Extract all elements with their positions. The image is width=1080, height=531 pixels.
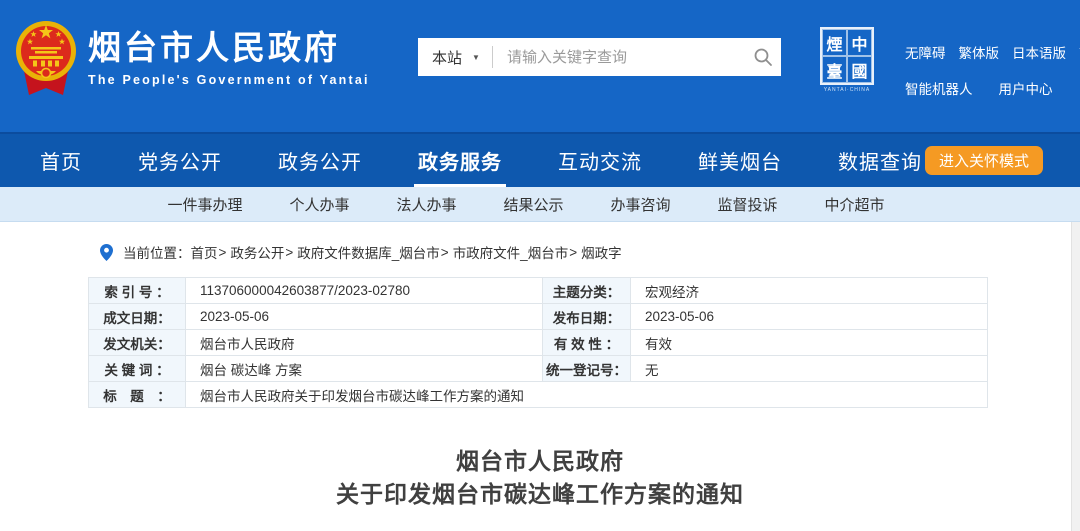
breadcrumb-label: 当前位置： — [123, 242, 191, 262]
breadcrumb-doc-database[interactable]: 政府文件数据库_烟台市 — [297, 242, 440, 262]
search-button[interactable] — [745, 38, 781, 76]
breadcrumb-city-docs[interactable]: 市政府文件_烟台市 — [453, 242, 569, 262]
link-user-center[interactable]: 用户中心 — [999, 78, 1053, 98]
table-row: 发文机关： 烟台市人民政府 有 效 性 ： 有效 — [89, 330, 988, 356]
national-emblem-icon — [14, 15, 78, 105]
nav-item-fresh-yantai[interactable]: 鲜美烟台 — [698, 134, 782, 187]
search-scope-label: 本站 — [432, 47, 462, 68]
breadcrumb-separator: > — [285, 245, 293, 260]
meta-value-registration-no: 无 — [631, 356, 988, 382]
meta-value-issuing-agency: 烟台市人民政府 — [186, 330, 543, 356]
sub-nav: 一件事办理 个人办事 法人办事 结果公示 办事咨询 监督投诉 中介超市 — [0, 187, 1080, 222]
breadcrumb-separator: > — [441, 245, 449, 260]
meta-label-index-no: 索 引 号 ： — [89, 278, 186, 304]
meta-value-keywords: 烟台 碳达峰 方案 — [186, 356, 543, 382]
nav-item-data-query[interactable]: 数据查询 — [838, 134, 922, 187]
search-bar: 本站 ▼ — [418, 38, 781, 76]
breadcrumb: 当前位置： 首页> 政务公开> 政府文件数据库_烟台市> 市政府文件_烟台市> … — [100, 242, 1080, 262]
site-branding[interactable]: 烟台市人民政府 The People's Government of Yanta… — [88, 30, 370, 87]
meta-label-written-date: 成文日期： — [89, 304, 186, 330]
subnav-item-intermediary[interactable]: 中介超市 — [825, 194, 885, 215]
content-area: 当前位置： 首页> 政务公开> 政府文件数据库_烟台市> 市政府文件_烟台市> … — [0, 222, 1080, 531]
vertical-scrollbar[interactable] — [1071, 222, 1080, 531]
table-row: 关 键 词 ： 烟台 碳达峰 方案 统一登记号： 无 — [89, 356, 988, 382]
chevron-down-icon: ▼ — [472, 53, 480, 62]
meta-value-publish-date: 2023-05-06 — [631, 304, 988, 330]
document-title-line1: 烟台市人民政府 — [0, 445, 1080, 478]
seal-char: 國 — [847, 56, 872, 83]
table-row: 索 引 号 ： 113706000042603877/2023-02780 主题… — [89, 278, 988, 304]
meta-label-registration-no: 统一登记号： — [543, 356, 631, 382]
location-pin-icon — [100, 244, 113, 261]
search-input[interactable] — [493, 49, 745, 66]
meta-label-keywords: 关 键 词 ： — [89, 356, 186, 382]
site-title: 烟台市人民政府 — [88, 30, 370, 66]
meta-label-issuing-agency: 发文机关： — [89, 330, 186, 356]
nav-item-gov-disclosure[interactable]: 政务公开 — [278, 134, 362, 187]
nav-item-interaction[interactable]: 互动交流 — [558, 134, 642, 187]
breadcrumb-home[interactable]: 首页 — [191, 242, 218, 262]
subnav-item-consultation[interactable]: 办事咨询 — [611, 194, 671, 215]
nav-item-gov-services[interactable]: 政务服务 — [418, 134, 502, 187]
yantai-china-seal: 煙 中 臺 國 — [820, 27, 874, 85]
link-smart-robot[interactable]: 智能机器人 — [905, 78, 973, 98]
link-traditional-chinese[interactable]: 繁体版 — [959, 42, 1000, 62]
meta-label-title: 标 题 ： — [89, 382, 186, 408]
search-icon — [753, 47, 773, 67]
seal-char: 臺 — [822, 56, 847, 83]
meta-value-topic: 宏观经济 — [631, 278, 988, 304]
quick-links-row-1: 无障碍 繁体版 日本语版 한국어판 — [905, 42, 1080, 62]
meta-value-written-date: 2023-05-06 — [186, 304, 543, 330]
subnav-item-results[interactable]: 结果公示 — [503, 194, 563, 215]
main-nav: 首页 党务公开 政务公开 政务服务 互动交流 鲜美烟台 数据查询 进入关怀模式 — [0, 132, 1080, 187]
seal-char: 煙 — [822, 29, 847, 56]
document-meta-table: 索 引 号 ： 113706000042603877/2023-02780 主题… — [88, 277, 988, 408]
search-scope-dropdown[interactable]: 本站 ▼ — [418, 47, 492, 68]
document-title-line2: 关于印发烟台市碳达峰工作方案的通知 — [0, 478, 1080, 511]
breadcrumb-current: 烟政字 — [581, 242, 622, 262]
meta-value-title: 烟台市人民政府关于印发烟台市碳达峰工作方案的通知 — [186, 382, 988, 408]
link-accessibility[interactable]: 无障碍 — [905, 42, 946, 62]
breadcrumb-separator: > — [569, 245, 577, 260]
meta-label-validity: 有 效 性 ： — [543, 330, 631, 356]
header-quick-links: 无障碍 繁体版 日本语版 한국어판 智能机器人 用户中心 — [905, 42, 1080, 98]
document-title: 烟台市人民政府 关于印发烟台市碳达峰工作方案的通知 — [0, 445, 1080, 511]
meta-label-publish-date: 发布日期： — [543, 304, 631, 330]
link-japanese[interactable]: 日本语版 — [1012, 42, 1066, 62]
quick-links-row-2: 智能机器人 用户中心 — [905, 78, 1080, 98]
meta-label-topic: 主题分类： — [543, 278, 631, 304]
site-subtitle: The People's Government of Yantai — [88, 73, 370, 87]
breadcrumb-gov-disclosure[interactable]: 政务公开 — [230, 242, 284, 262]
meta-value-validity: 有效 — [631, 330, 988, 356]
page: 烟台市人民政府 The People's Government of Yanta… — [0, 0, 1080, 531]
nav-item-party-affairs[interactable]: 党务公开 — [138, 134, 222, 187]
meta-value-index-no: 113706000042603877/2023-02780 — [186, 278, 543, 304]
subnav-item-supervision[interactable]: 监督投诉 — [718, 194, 778, 215]
site-header: 烟台市人民政府 The People's Government of Yanta… — [0, 0, 1080, 132]
seal-caption: YANTAI·CHINA — [818, 87, 876, 93]
subnav-item-one-thing[interactable]: 一件事办理 — [167, 194, 242, 215]
seal-char: 中 — [847, 29, 872, 56]
table-row: 成文日期： 2023-05-06 发布日期： 2023-05-06 — [89, 304, 988, 330]
nav-item-home[interactable]: 首页 — [40, 134, 82, 187]
care-mode-button[interactable]: 进入关怀模式 — [925, 146, 1043, 175]
subnav-item-legal-person[interactable]: 法人办事 — [396, 194, 456, 215]
breadcrumb-separator: > — [219, 245, 227, 260]
subnav-item-personal[interactable]: 个人办事 — [289, 194, 349, 215]
table-row: 标 题 ： 烟台市人民政府关于印发烟台市碳达峰工作方案的通知 — [89, 382, 988, 408]
